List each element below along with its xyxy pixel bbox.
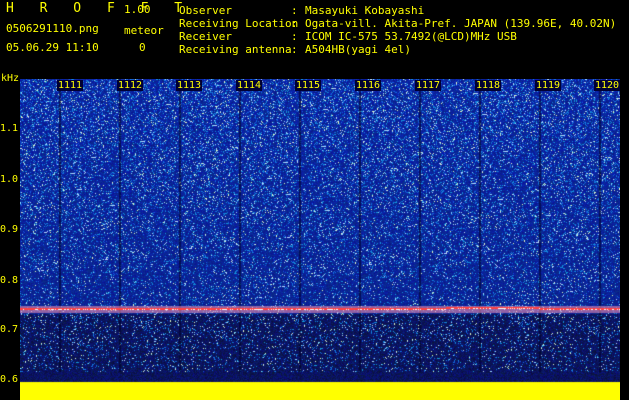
- info-key: Observer: [179, 4, 232, 17]
- y-tick-1.0: 1.0: [0, 174, 19, 185]
- x-tick-minute: 1112: [117, 80, 144, 91]
- y-tick-0.6: 0.6: [0, 374, 19, 385]
- info-value: ICOM IC-575 53.7492(@LCD)MHz USB: [305, 30, 517, 43]
- info-row-observer: Observer: Masayuki Kobayashi: [179, 4, 425, 17]
- y-axis-unit: kHz: [1, 73, 20, 84]
- x-tick-minute: 1116: [355, 80, 382, 91]
- info-key: Receiving antenna: [179, 43, 292, 56]
- meteor-label: meteor: [124, 24, 164, 37]
- info-row-receiver: Receiver: ICOM IC-575 53.7492(@LCD)MHz U…: [179, 30, 517, 43]
- x-tick-minute: 1111: [57, 80, 84, 91]
- y-tick-0.9: 0.9: [0, 224, 19, 235]
- y-tick-1.1: 1.1: [0, 123, 19, 134]
- header-panel: H R O F F T 1.00 0506291110.png meteor 0…: [0, 0, 629, 78]
- info-key: Receiver: [179, 30, 232, 43]
- y-tick-0.8: 0.8: [0, 275, 19, 286]
- x-tick-minute: 1120: [594, 80, 621, 91]
- app-title: H R O F F T: [6, 1, 192, 16]
- x-tick-minute: 1114: [236, 80, 263, 91]
- x-tick-minute: 1117: [415, 80, 442, 91]
- meteor-count: 0: [139, 41, 146, 54]
- x-tick-minute: 1119: [535, 80, 562, 91]
- info-key: Receiving Location: [179, 17, 299, 30]
- info-value: Ogata-vill. Akita-Pref. JAPAN (139.96E, …: [305, 17, 617, 30]
- y-tick-0.7: 0.7: [0, 324, 19, 335]
- info-value: Masayuki Kobayashi: [305, 4, 425, 17]
- x-tick-minute: 1113: [176, 80, 203, 91]
- info-row-antenna: Receiving antenna: A504HB(yagi 4el): [179, 43, 411, 56]
- app-version: 1.00: [124, 3, 151, 16]
- station-info: Observer: Masayuki Kobayashi Receiving L…: [179, 4, 616, 56]
- x-tick-minute: 1115: [295, 80, 322, 91]
- image-filename: 0506291110.png: [6, 22, 99, 35]
- info-row-location: Receiving Location: Ogata-vill. Akita-Pr…: [179, 17, 617, 30]
- spectrogram-canvas: [20, 79, 620, 400]
- x-tick-minute: 1118: [475, 80, 502, 91]
- info-value: A504HB(yagi 4el): [305, 43, 411, 56]
- datetime-label: 05.06.29 11:10: [6, 41, 99, 54]
